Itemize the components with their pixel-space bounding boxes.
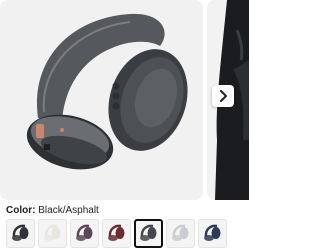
headphones-thumbnail-icon <box>204 224 221 241</box>
headphones-thumbnail-icon <box>172 224 189 241</box>
color-swatch-4[interactable] <box>102 219 131 248</box>
color-label: Color: <box>6 205 36 216</box>
product-image[interactable] <box>0 0 203 200</box>
headphones-thumbnail-icon <box>12 224 29 241</box>
headphones-thumbnail-icon <box>108 224 125 241</box>
headphones-thumbnail-icon <box>76 224 93 241</box>
color-swatch-1[interactable] <box>6 219 35 248</box>
color-swatch-list <box>6 219 227 249</box>
color-swatch-6[interactable] <box>166 219 195 248</box>
headphones-thumbnail-icon <box>44 224 61 241</box>
color-swatch-7[interactable] <box>198 219 227 248</box>
color-swatch-3[interactable] <box>70 219 99 248</box>
color-swatch-5[interactable] <box>134 219 163 248</box>
next-image-button[interactable] <box>212 85 234 107</box>
chevron-right-icon <box>220 90 227 102</box>
headphones-image <box>26 13 188 170</box>
color-value: Black/Asphalt <box>38 205 99 216</box>
color-selection-label: Color: Black/Asphalt <box>6 205 99 219</box>
headphones-thumbnail-icon <box>140 224 157 241</box>
color-swatch-2[interactable] <box>38 219 67 248</box>
